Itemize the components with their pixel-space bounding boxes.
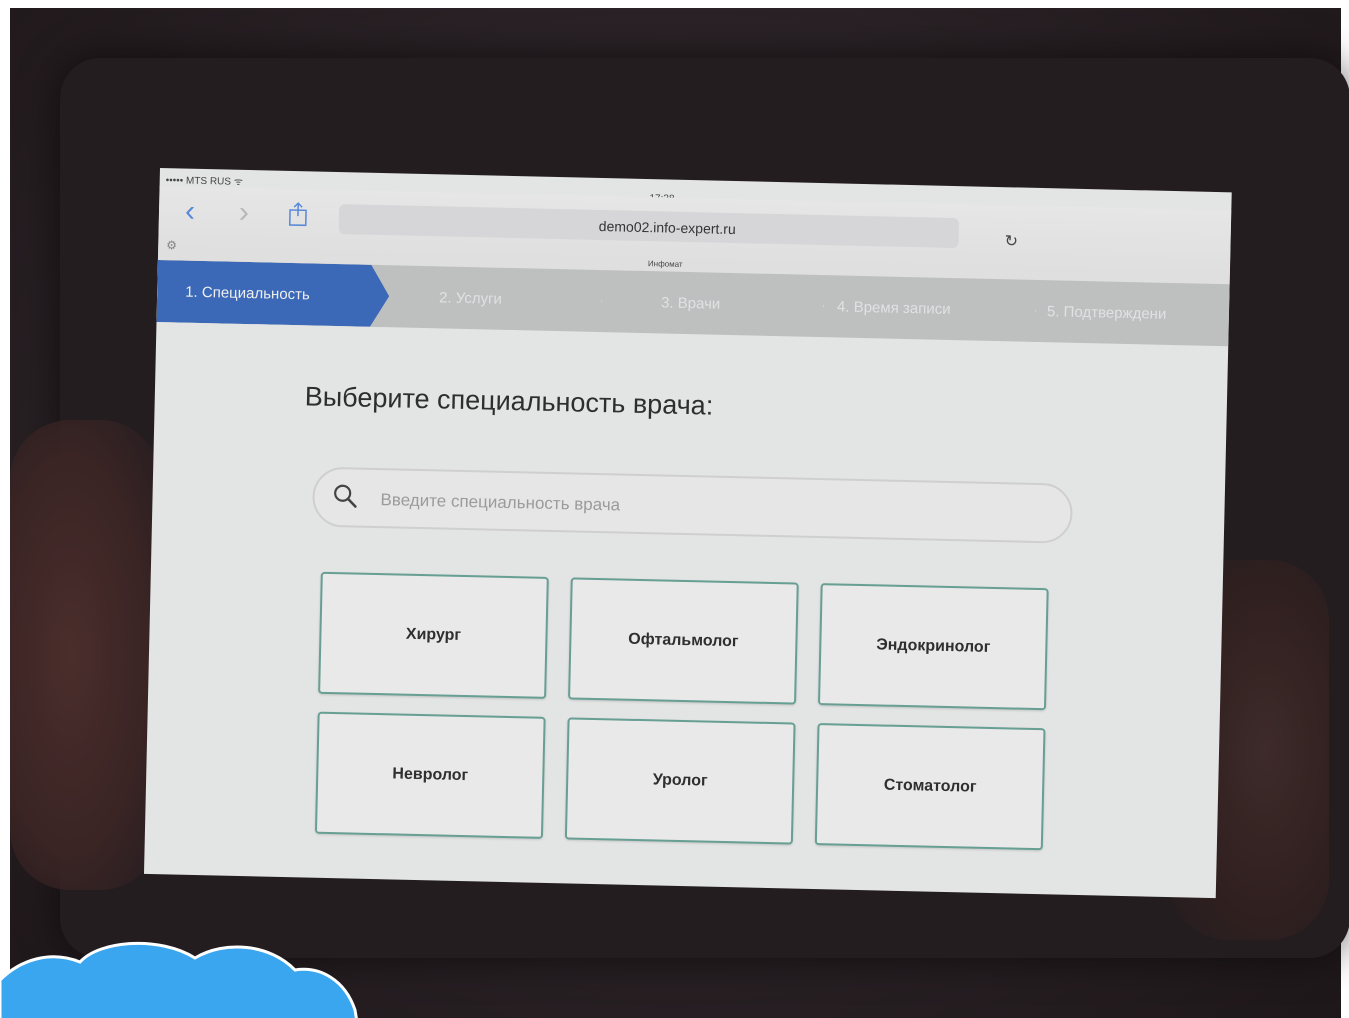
specialty-grid: Хирург Офтальмолог Эндокринолог Невролог…: [314, 571, 1060, 879]
search-input[interactable]: [378, 484, 1023, 531]
address-text[interactable]: demo02.info-expert.ru: [599, 218, 736, 237]
step-divider: [802, 275, 824, 337]
share-icon[interactable]: [287, 201, 310, 227]
reload-icon[interactable]: ↻: [1004, 231, 1018, 251]
specialty-card-neurologist[interactable]: Невролог: [314, 711, 546, 839]
photo-frame-top: [0, 0, 1349, 8]
specialty-card-urologist[interactable]: Уролог: [564, 717, 796, 845]
step-time[interactable]: 4. Время записи: [822, 275, 1023, 342]
specialty-card-surgeon[interactable]: Хирург: [318, 571, 549, 699]
specialty-card-ophthalmologist[interactable]: Офтальмолог: [568, 577, 799, 705]
search-box[interactable]: [311, 466, 1074, 544]
photo: ••••• MTS RUS ᯤ 17:38 ‹ › demo02.info-ex…: [0, 0, 1349, 1018]
specialty-card-dentist[interactable]: Стоматолог: [814, 723, 1046, 851]
step-label: 2. Услуги: [438, 288, 503, 308]
step-confirm[interactable]: 5. Подтверждени: [1034, 280, 1229, 346]
gear-icon: ⚙: [166, 238, 178, 253]
photo-frame-left: [0, 0, 10, 1018]
chevron-left-icon[interactable]: ‹: [185, 195, 196, 229]
step-services[interactable]: 2. Услуги: [388, 265, 589, 332]
page-title: Выберите специальность врача:: [304, 381, 714, 421]
step-label: 5. Подтверждени: [1046, 302, 1167, 323]
search-icon: [334, 484, 357, 508]
hand-left: [10, 420, 160, 890]
specialty-card-endocrinologist[interactable]: Эндокринолог: [817, 583, 1049, 711]
step-doctors[interactable]: 3. Врачи: [600, 270, 811, 337]
chevron-right-icon[interactable]: ›: [239, 196, 250, 230]
tablet-screen: ••••• MTS RUS ᯤ 17:38 ‹ › demo02.info-ex…: [143, 168, 1232, 899]
step-label: 4. Время записи: [836, 297, 951, 318]
step-divider: [580, 270, 602, 332]
step-label: 3. Врачи: [660, 293, 721, 313]
cloud-icon: [0, 941, 358, 1018]
page-tab-title: Инфомат: [647, 259, 683, 269]
step-divider: [1014, 279, 1036, 341]
step-label: 1. Специальность: [185, 283, 311, 303]
step-specialty[interactable]: 1. Специальность: [157, 260, 390, 327]
